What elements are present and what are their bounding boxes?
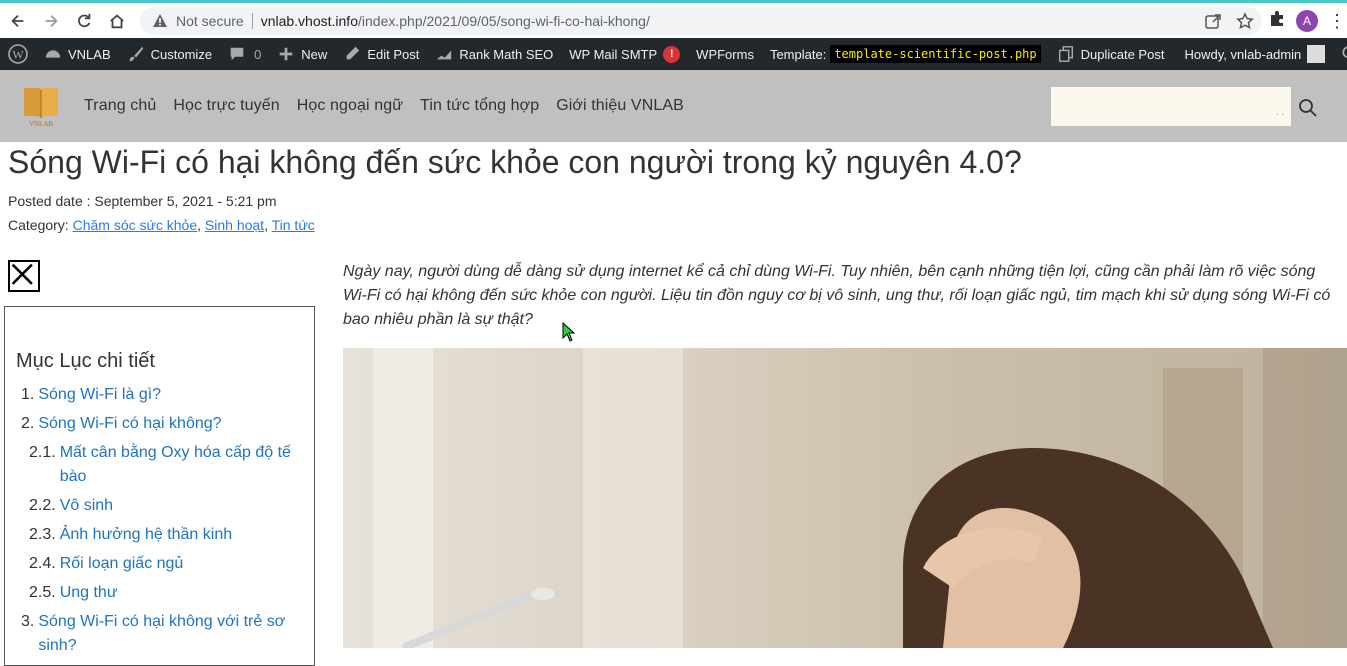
user-avatar bbox=[1307, 45, 1326, 63]
warning-triangle-icon bbox=[153, 14, 167, 27]
browser-toolbar: Not secure vnlab.vhost.info /index.php/2… bbox=[0, 0, 1347, 38]
toc-item[interactable]: 2.3. Ảnh hưởng hệ thần kinh bbox=[21, 523, 311, 547]
not-secure-label: Not secure bbox=[176, 13, 244, 29]
table-of-contents: Mục Lục chi tiết 1. Sóng Wi-Fi là gì? 2. S… bbox=[4, 306, 315, 666]
back-icon[interactable] bbox=[3, 6, 33, 36]
posted-date: Posted date : September 5, 2021 - 5:21 p… bbox=[8, 193, 277, 209]
reload-icon[interactable] bbox=[69, 6, 99, 36]
dashboard-gauge-icon bbox=[45, 50, 61, 58]
main-navigation: Trang chủ Học trực tuyến Học ngoại ngữ T… bbox=[84, 97, 684, 115]
site-search-input[interactable] bbox=[1051, 87, 1291, 126]
address-bar[interactable]: Not secure vnlab.vhost.info /index.php/2… bbox=[140, 7, 1262, 35]
browser-menu-icon[interactable]: ⋮ bbox=[1328, 12, 1346, 30]
home-icon[interactable] bbox=[102, 6, 132, 36]
plus-icon bbox=[279, 47, 293, 61]
toc-item[interactable]: 2.2. Vô sinh bbox=[21, 494, 311, 518]
forward-icon[interactable] bbox=[36, 6, 66, 36]
duplicate-icon bbox=[1058, 46, 1073, 62]
profile-avatar[interactable]: A bbox=[1296, 9, 1318, 32]
extensions-puzzle-icon[interactable] bbox=[1268, 9, 1286, 32]
post-categories: Category: Chăm sóc sức khỏe, Sinh hoạt, … bbox=[8, 217, 315, 233]
url-path: /index.php/2021/09/05/song-wi-fi-co-hai-… bbox=[358, 13, 650, 29]
site-logo[interactable]: VNLAB bbox=[22, 84, 60, 128]
new-content-link[interactable]: New bbox=[269, 38, 335, 70]
customize-link[interactable]: Customize bbox=[119, 38, 220, 70]
toc-item[interactable]: 2.4. Rối loạn giấc ngủ bbox=[21, 552, 311, 576]
template-file: template-scientific-post.php bbox=[830, 45, 1041, 63]
toc-item[interactable]: 1. Sóng Wi-Fi là gì? bbox=[21, 383, 311, 407]
category-label: Category: bbox=[8, 217, 73, 233]
toc-item[interactable]: 2.5. Ung thư bbox=[21, 581, 311, 605]
admin-search-icon[interactable] bbox=[1333, 38, 1347, 70]
mouse-cursor-icon bbox=[562, 322, 576, 342]
search-icon[interactable] bbox=[1298, 98, 1318, 118]
toc-title: Mục Lục chi tiết bbox=[16, 350, 155, 372]
wordpress-logo-icon[interactable]: W bbox=[0, 38, 36, 70]
category-link[interactable]: Sinh hoạt bbox=[205, 217, 264, 233]
template-info: Template: template-scientific-post.php bbox=[762, 38, 1049, 70]
toc-item[interactable]: 3. Sóng Wi-Fi có hại không với trẻ sơ sin… bbox=[21, 610, 311, 658]
wp-mail-smtp-link[interactable]: WP Mail SMTP ! bbox=[561, 38, 688, 70]
nav-item-hoc-truc-tuyen[interactable]: Học trực tuyến bbox=[173, 97, 279, 115]
bookmark-star-icon[interactable] bbox=[1236, 12, 1254, 30]
search-resize-dots: . . bbox=[1276, 107, 1285, 118]
svg-text:VNLAB: VNLAB bbox=[29, 120, 53, 128]
comments-link[interactable]: 0 bbox=[220, 38, 269, 70]
nav-item-tin-tuc-tong-hop[interactable]: Tin tức tổng hợp bbox=[420, 97, 539, 115]
pencil-icon bbox=[346, 46, 360, 60]
paintbrush-icon bbox=[129, 46, 143, 62]
rank-math-link[interactable]: Rank Math SEO bbox=[427, 38, 561, 70]
svg-text:W: W bbox=[12, 48, 24, 62]
edit-post-link[interactable]: Edit Post bbox=[335, 38, 427, 70]
featured-image bbox=[343, 348, 1347, 648]
wp-admin-bar: W VNLAB Customize 0 New Edit Post Rank M… bbox=[0, 38, 1347, 70]
wpforms-link[interactable]: WPForms bbox=[688, 38, 762, 70]
post-intro: Ngày nay, người dùng dễ dàng sử dụng int… bbox=[343, 263, 1331, 328]
nav-item-trang-chu[interactable]: Trang chủ bbox=[84, 97, 156, 115]
category-link[interactable]: Tin tức bbox=[272, 217, 315, 233]
admin-site-link[interactable]: VNLAB bbox=[36, 38, 119, 70]
url-separator bbox=[251, 13, 253, 29]
close-icon[interactable] bbox=[8, 260, 40, 292]
site-header: VNLAB Trang chủ Học trực tuyến Học ngoại… bbox=[0, 70, 1347, 142]
toc-item[interactable]: 2.1. Mất cân bằng Oxy hóa cấp độ tế bào bbox=[21, 441, 311, 489]
nav-item-hoc-ngoai-ngu[interactable]: Học ngoại ngữ bbox=[297, 97, 403, 115]
share-icon[interactable] bbox=[1204, 12, 1222, 30]
rank-math-chart-icon bbox=[437, 50, 452, 60]
duplicate-post-link[interactable]: Duplicate Post bbox=[1049, 38, 1173, 70]
nav-item-gioi-thieu[interactable]: Giới thiệu VNLAB bbox=[556, 97, 684, 115]
url-host: vnlab.vhost.info bbox=[260, 13, 358, 29]
category-link[interactable]: Chăm sóc sức khỏe bbox=[73, 217, 198, 233]
toc-item[interactable]: 2. Sóng Wi-Fi có hại không? bbox=[21, 412, 311, 436]
comment-bubble-icon bbox=[230, 47, 244, 61]
alert-badge: ! bbox=[663, 45, 681, 63]
my-account-link[interactable]: Howdy, vnlab-admin bbox=[1176, 38, 1333, 70]
toc-list: 1. Sóng Wi-Fi là gì? 2. Sóng Wi-Fi có hại … bbox=[21, 383, 311, 663]
post-title: Sóng Wi-Fi có hại không đến sức khỏe con… bbox=[8, 144, 1022, 180]
